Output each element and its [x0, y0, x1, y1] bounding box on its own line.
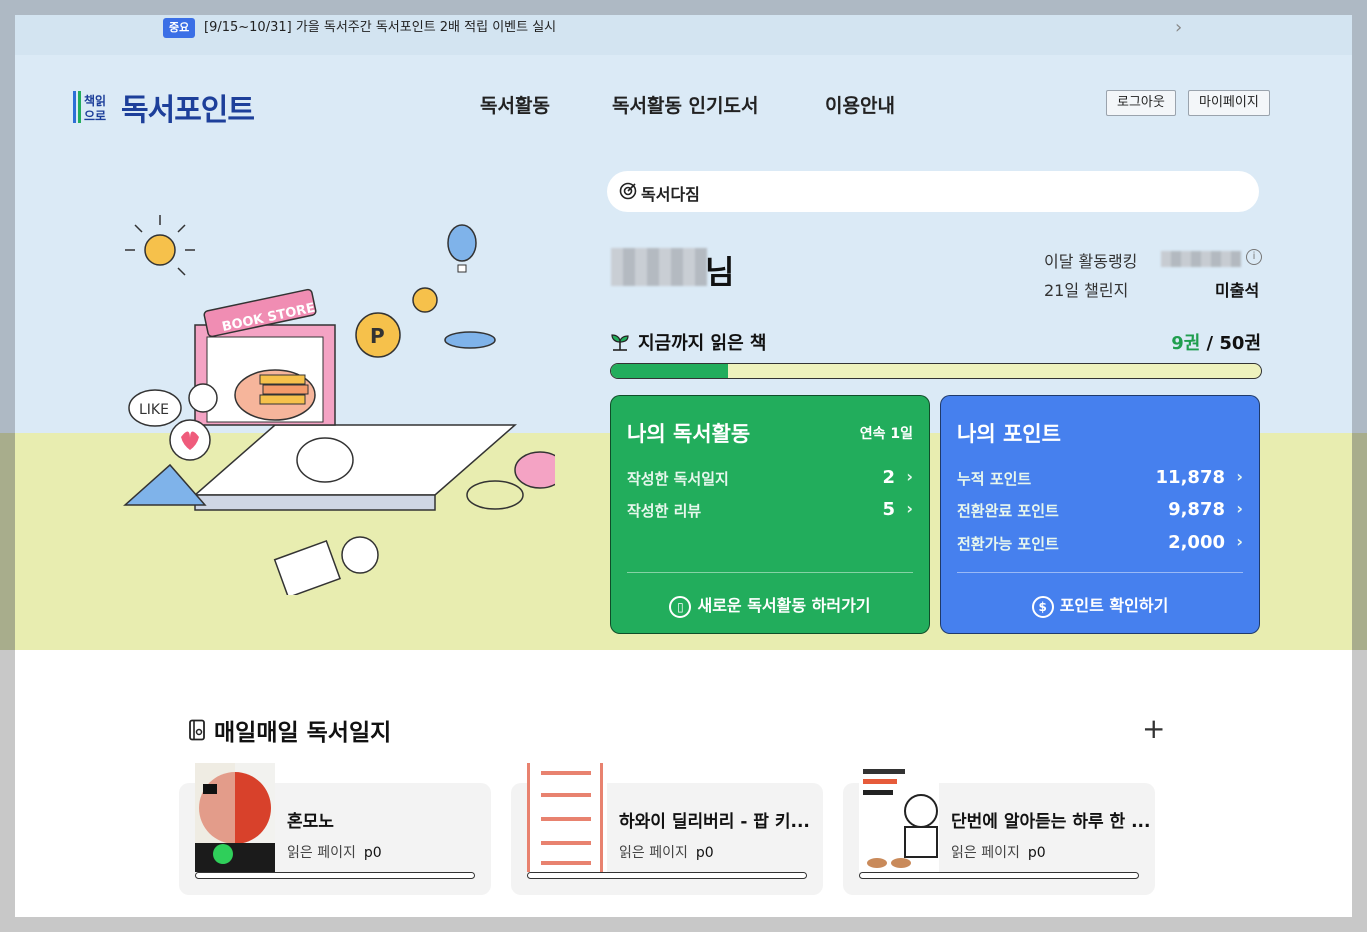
- books-progress-bar: [610, 363, 1262, 379]
- svg-text:P: P: [370, 324, 385, 348]
- journal-card[interactable]: 단번에 알아듣는 하루 한 ... 읽은 페이지 p0: [843, 763, 1155, 895]
- notice-badge: 중요: [163, 18, 196, 38]
- journal-icon: [189, 719, 205, 741]
- blurred-rank-value: [1161, 251, 1241, 267]
- journal-book-title: 혼모노: [287, 812, 334, 832]
- journal-pages: 읽은 페이지 p0: [619, 845, 714, 861]
- resolution-label: 독서다짐: [641, 185, 700, 204]
- nav-item-activity[interactable]: 독서활동: [480, 91, 550, 118]
- journal-card[interactable]: 하와이 딜리버리 - 팝 키... 읽은 페이지 p0: [511, 763, 823, 895]
- journal-pages: 읽은 페이지 p0: [951, 845, 1046, 861]
- resolution-bar[interactable]: 독서다짐: [607, 171, 1259, 212]
- card-divider: [957, 572, 1243, 573]
- chevron-right-icon: ›: [1236, 499, 1243, 518]
- card-divider: [627, 572, 913, 573]
- journal-progress-bar: [195, 872, 475, 879]
- hero-section: 중요 [9/15~10/31] 가을 독서주간 독서포인트 2배 적립 이벤트 …: [15, 15, 1352, 650]
- points-row-total[interactable]: 누적 포인트 11,878 ›: [957, 467, 1243, 489]
- book-cover: [859, 763, 939, 872]
- sprout-icon: [611, 334, 629, 351]
- brand-name: 독서포인트: [121, 93, 255, 128]
- book-icon: ▯: [669, 595, 692, 618]
- window-border-top: [0, 0, 1367, 15]
- svg-text:책읽: 책읽: [84, 93, 106, 108]
- book-cover: [195, 763, 275, 872]
- chevron-right-icon: ›: [1236, 467, 1243, 486]
- journal-progress-bar: [527, 872, 807, 879]
- svg-text:LIKE: LIKE: [139, 402, 169, 418]
- challenge-value: 미출석: [1215, 281, 1260, 300]
- journal-book-title: 하와이 딜리버리 - 팝 키...: [619, 812, 810, 832]
- chevron-right-icon[interactable]: ›: [1175, 17, 1182, 38]
- coin-icon: $: [1031, 595, 1054, 618]
- activity-card-title: 나의 독서활동: [627, 422, 751, 446]
- reading-activity-card: 나의 독서활동 연속 1일 작성한 독서일지 2 › 작성한 리뷰 5 › ▯ 새…: [610, 395, 930, 634]
- target-icon: [619, 182, 637, 200]
- info-icon[interactable]: i: [1246, 249, 1262, 265]
- rank-label: 이달 활동랭킹: [1044, 252, 1138, 271]
- points-row-convertible[interactable]: 전환가능 포인트 2,000 ›: [957, 532, 1243, 554]
- chevron-right-icon: ›: [1236, 532, 1243, 551]
- my-points-card: 나의 포인트 누적 포인트 11,878 › 전환완료 포인트 9,878 › …: [940, 395, 1260, 634]
- journal-card[interactable]: 혼모노 읽은 페이지 p0: [179, 763, 491, 895]
- notice-text[interactable]: [9/15~10/31] 가을 독서주간 독서포인트 2배 적립 이벤트 실시: [204, 18, 556, 38]
- notice-bar[interactable]: 중요 [9/15~10/31] 가을 독서주간 독서포인트 2배 적립 이벤트 …: [15, 15, 1352, 55]
- chevron-right-icon: ›: [906, 499, 913, 518]
- book-cover: [527, 763, 607, 872]
- points-card-title: 나의 포인트: [957, 422, 1061, 446]
- username-suffix: 님: [705, 253, 735, 291]
- journal-section-title: 매일매일 독서일지: [188, 713, 391, 747]
- page: 중요 [9/15~10/31] 가을 독서주간 독서포인트 2배 적립 이벤트 …: [15, 15, 1352, 917]
- books-read-count: 9권 / 50권: [1171, 333, 1261, 354]
- books-progress-fill: [611, 364, 728, 378]
- logo-mark-icon: 책읽 으로: [73, 91, 106, 123]
- plus-icon[interactable]: +: [1142, 715, 1165, 743]
- hero-illustration: BOOK STORE P LIKE: [123, 215, 555, 595]
- new-activity-button[interactable]: ▯ 새로운 독서활동 하러가기: [611, 592, 929, 618]
- blurred-username: [611, 248, 707, 286]
- logout-button[interactable]: 로그아웃: [1106, 90, 1176, 116]
- journal-pages: 읽은 페이지 p0: [287, 845, 382, 861]
- check-points-button[interactable]: $ 포인트 확인하기: [941, 592, 1259, 618]
- points-row-converted[interactable]: 전환완료 포인트 9,878 ›: [957, 499, 1243, 521]
- journal-book-title: 단번에 알아듣는 하루 한 ...: [951, 812, 1151, 832]
- logo[interactable]: 책읽 으로 독서포인트: [73, 85, 255, 129]
- activity-row-reviews[interactable]: 작성한 리뷰 5 ›: [627, 499, 913, 521]
- activity-row-journals[interactable]: 작성한 독서일지 2 ›: [627, 467, 913, 489]
- mypage-button[interactable]: 마이페이지: [1188, 90, 1270, 116]
- streak-badge: 연속 1일: [859, 426, 913, 442]
- nav-item-popular-books[interactable]: 독서활동 인기도서: [612, 91, 758, 118]
- challenge-label: 21일 챌린지: [1044, 281, 1129, 300]
- chevron-right-icon: ›: [906, 467, 913, 486]
- nav-item-guide[interactable]: 이용안내: [825, 91, 895, 118]
- journal-progress-bar: [859, 872, 1139, 879]
- window-border-right: [1352, 0, 1367, 932]
- window-border-left: [0, 0, 15, 932]
- svg-text:으로: 으로: [84, 109, 106, 123]
- books-read-label: 지금까지 읽은 책: [610, 329, 766, 355]
- window-border-bottom: [0, 917, 1367, 932]
